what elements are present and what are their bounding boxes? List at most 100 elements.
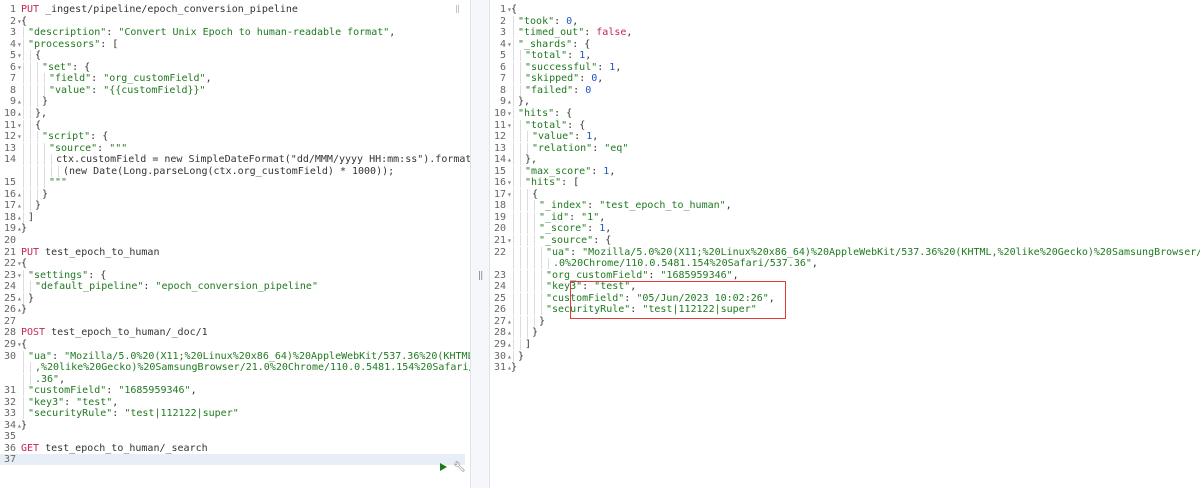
code-token: }, xyxy=(518,96,531,108)
line-number: 7 xyxy=(499,73,506,85)
code-token: , xyxy=(811,258,818,270)
line-gutter: 33 xyxy=(0,408,30,419)
line-number: 19 xyxy=(493,211,506,223)
code-line: 20 "_score": 1, xyxy=(490,223,1200,235)
indent-guide xyxy=(30,188,31,200)
line-number: 15 xyxy=(3,177,16,189)
code-token: : xyxy=(97,142,110,154)
request-editor[interactable]: 1 PUT _ingest/pipeline/epoch_conversion_p… xyxy=(0,0,493,488)
line-gutter: 2 xyxy=(490,16,520,27)
line-gutter: 8 xyxy=(490,85,520,96)
indent-guide xyxy=(513,142,514,154)
code-text: } xyxy=(21,223,27,234)
code-line: 29▴] xyxy=(490,338,1200,350)
code-token: , xyxy=(59,373,66,385)
indent-guide xyxy=(513,154,514,166)
code-line: 10▾ "hits": { xyxy=(490,107,1200,119)
code-line: 7 "field": "org_customField", xyxy=(0,73,470,85)
resizer-grip-icon[interactable]: ‖ xyxy=(478,271,483,281)
indent-guide xyxy=(527,131,528,143)
indent-guide xyxy=(37,96,38,108)
string-value: """ xyxy=(49,177,68,189)
editor-scroll-grip-icon[interactable]: ‖ xyxy=(455,4,460,13)
code-line: 29▾{ xyxy=(0,339,470,350)
code-line: (new Date(Long.parseLong(ctx.org_customF… xyxy=(0,165,470,177)
code-token: } xyxy=(518,350,525,362)
annotation-highlight-box xyxy=(570,281,786,319)
code-line: 19▴} xyxy=(0,223,470,234)
code-text: """ xyxy=(49,177,67,188)
code-line: 3 "description": "Convert Unix Epoch to h… xyxy=(0,27,470,39)
line-number: 1 xyxy=(499,4,506,15)
line-gutter: 4▾ xyxy=(490,39,520,50)
code-line: 31▴} xyxy=(490,362,1200,373)
indent-guide xyxy=(513,96,514,108)
code-text: "source": """ xyxy=(49,143,127,154)
code-text: "_id": "1", xyxy=(539,212,605,223)
number-value: 0 xyxy=(585,84,592,96)
line-gutter: 27 xyxy=(0,316,30,327)
indent-guide xyxy=(527,315,528,327)
indent-guide xyxy=(30,107,31,119)
line-gutter: 4▾ xyxy=(0,39,30,50)
indent-guide xyxy=(513,73,514,85)
indent-guide xyxy=(534,258,535,270)
indent-guide xyxy=(520,315,521,327)
indent-guide xyxy=(23,385,24,397)
code-text: "key3": "test", xyxy=(28,397,118,408)
line-number: 21 xyxy=(3,246,16,258)
code-token: : xyxy=(587,200,600,212)
indent-guide xyxy=(520,292,521,304)
code-text: { xyxy=(35,50,41,61)
indent-guide xyxy=(23,362,24,374)
code-line: 18▴] xyxy=(0,211,470,223)
json-key: "securityRule" xyxy=(28,408,113,420)
response-viewer: 1▾{2 "took": 0, 3 "timed_out": false, 4▾ "_sh… xyxy=(490,0,1200,488)
line-gutter: 9▴ xyxy=(0,96,30,107)
line-number: 16 xyxy=(3,188,16,200)
code-line: 1 PUT _ingest/pipeline/epoch_conversion_p… xyxy=(0,4,470,15)
indent-guide xyxy=(513,177,514,189)
pane-resizer[interactable] xyxy=(470,0,490,488)
wrench-icon[interactable]: 🔧︎ xyxy=(453,462,466,473)
code-token: : xyxy=(112,408,125,420)
indent-guide xyxy=(520,338,521,350)
code-line: 26▴} xyxy=(0,304,470,315)
line-number: 20 xyxy=(3,235,16,246)
indent-guide xyxy=(44,177,45,189)
indent-guide xyxy=(534,223,535,235)
code-text: GET test_epoch_to_human/_search xyxy=(21,443,208,454)
code-token: ] xyxy=(525,338,532,350)
line-number: 13 xyxy=(3,142,16,154)
code-text: { xyxy=(21,339,27,350)
indent-guide xyxy=(520,131,521,143)
code-text: PUT _ingest/pipeline/epoch_conversion_pi… xyxy=(21,4,298,15)
indent-guide xyxy=(520,269,521,281)
json-key: "default_pipeline" xyxy=(35,281,144,293)
indent-guide xyxy=(37,61,38,73)
indent-guide xyxy=(23,61,24,73)
code-text: "relation": "eq" xyxy=(532,143,628,154)
code-token: : xyxy=(554,15,567,27)
string-value: "1685959346" xyxy=(118,385,191,397)
code-token: } xyxy=(28,292,35,304)
code-line: 16▾ "hits": [ xyxy=(490,177,1200,189)
line-gutter: 31 xyxy=(0,385,30,396)
indent-guide xyxy=(527,246,528,258)
play-icon[interactable] xyxy=(440,463,447,471)
line-gutter: 6▾ xyxy=(0,62,30,73)
indent-guide xyxy=(23,131,24,143)
code-line: 32 "key3": "test", xyxy=(0,396,470,408)
line-number: 28 xyxy=(493,327,506,339)
string-value: ,%20like%20Gecko)%20SamsungBrowser/21.0%… xyxy=(35,362,493,374)
code-text: { xyxy=(532,189,538,200)
indent-guide xyxy=(534,304,535,316)
line-number: 32 xyxy=(3,396,16,408)
json-key: "description" xyxy=(28,27,107,39)
json-key: "total" xyxy=(525,50,568,62)
line-gutter: 25 xyxy=(490,293,520,304)
indent-guide xyxy=(520,188,521,200)
indent-guide xyxy=(513,304,514,316)
indent-guide xyxy=(44,142,45,154)
line-number: 14 xyxy=(3,154,16,166)
